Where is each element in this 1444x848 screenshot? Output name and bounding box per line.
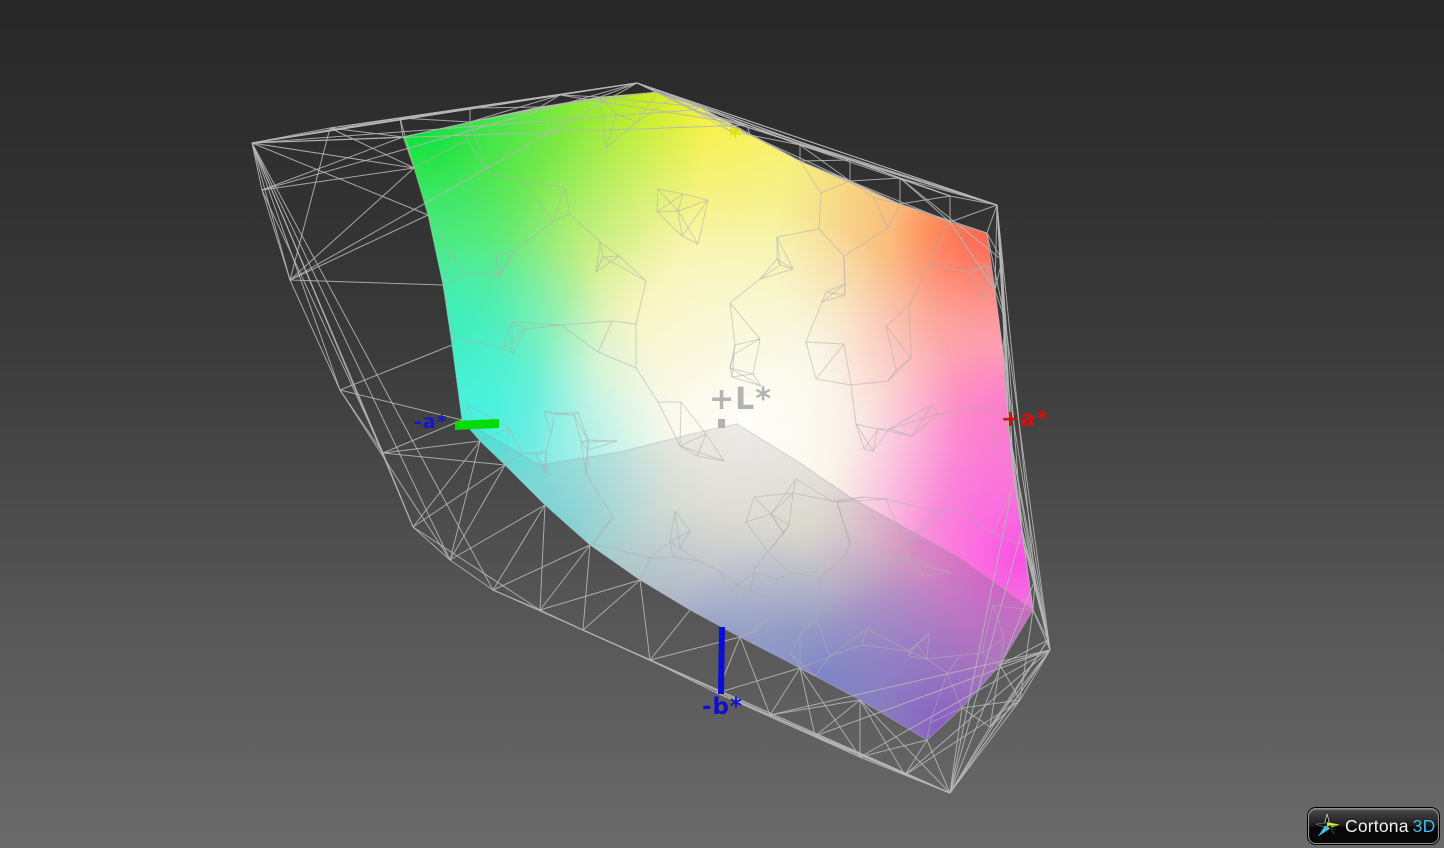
axis-label-a-plus: +a*: [1001, 407, 1049, 432]
logo-text-3d: 3D: [1412, 815, 1436, 836]
cortona3d-star-icon: [1315, 813, 1341, 837]
axis-label-b-plus: *: [729, 122, 743, 150]
cortona3d-logo-button[interactable]: Cortona 3D: [1308, 808, 1439, 844]
axis-label-b-minus: -b*: [702, 694, 744, 720]
axis-label-l-plus: +L*: [709, 382, 772, 417]
gamut-3d-plot: [251, 82, 1051, 794]
viewer-canvas[interactable]: +L* +a* -a* * -b* Cortona 3D: [0, 0, 1444, 848]
logo-text-cortona: Cortona: [1345, 815, 1409, 836]
axis-label-a-minus: -a*: [414, 411, 448, 433]
